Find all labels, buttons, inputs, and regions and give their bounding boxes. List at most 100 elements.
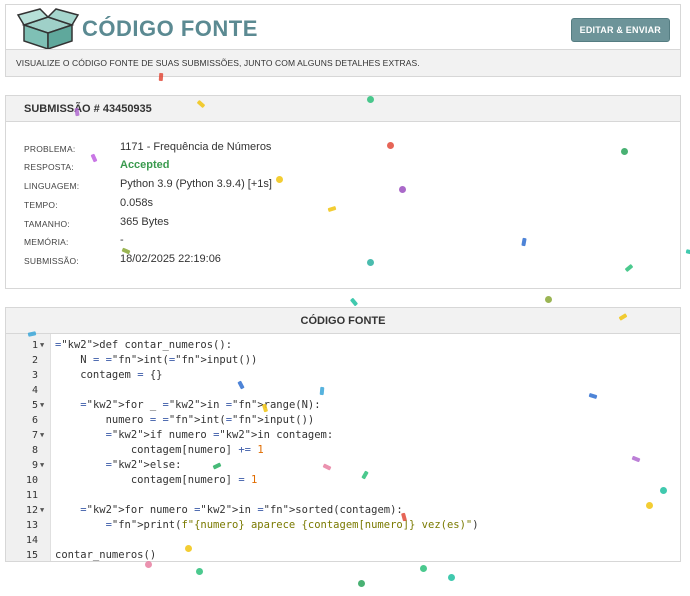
code-line: 14: [6, 533, 680, 548]
code-text: contagem[numero] += 1: [55, 444, 264, 456]
page-title: CÓDIGO FONTE: [82, 16, 258, 41]
confetti-piece: [448, 574, 455, 581]
code-line: 9 ▼ ="kw2">else:: [6, 458, 680, 473]
fold-arrow-icon[interactable]: ▼: [40, 428, 44, 443]
fold-arrow-icon[interactable]: ▼: [40, 338, 44, 353]
info-label: MEMÓRIA:: [24, 237, 69, 247]
line-number: 6: [31, 415, 38, 426]
line-number: 8: [31, 445, 38, 456]
code-line: 13 ="fn">print(f"{numero} aparece {conta…: [6, 518, 680, 533]
info-label: PROBLEMA:: [24, 144, 76, 154]
confetti-piece: [399, 186, 406, 193]
info-label: TAMANHO:: [24, 219, 70, 229]
code-line: 4: [6, 383, 680, 398]
code-line: 12 ▼ ="kw2">for numero ="kw2">in ="fn">so…: [6, 503, 680, 518]
code-text: ="kw2">if numero ="kw2">in contagem:: [105, 429, 334, 441]
line-number: 4: [31, 385, 38, 396]
info-value: Python 3.9 (Python 3.9.4) [+1s]: [120, 178, 272, 190]
code-line: 11: [6, 488, 680, 503]
code-line: 5 ▼ ="kw2">for _ ="kw2">in ="fn">range(N)…: [6, 398, 680, 413]
line-number: 9: [31, 460, 38, 471]
info-row-size: TAMANHO: 365 Bytes: [24, 216, 624, 234]
code-text: ="kw2">for _ ="kw2">in ="fn">range(N):: [80, 399, 321, 411]
line-number: 7: [31, 430, 38, 441]
line-number: 12: [25, 505, 38, 516]
confetti-piece: [196, 568, 203, 575]
info-row-answer: RESPOSTA: Accepted: [24, 159, 624, 177]
info-row-memory: MEMÓRIA: -: [24, 234, 624, 252]
info-value: 1171 - Frequência de Números: [120, 141, 272, 153]
code-text: numero = ="fn">int(="fn">input()): [55, 414, 315, 426]
code-text: contagem[numero] = 1: [55, 474, 258, 486]
source-code-header: CÓDIGO FONTE: [6, 308, 680, 334]
code-line: 2 N = ="fn">int(="fn">input()): [6, 353, 680, 368]
info-row-problem: PROBLEMA: 1171 - Frequência de Números: [24, 141, 624, 159]
info-value: -: [120, 234, 124, 246]
info-value: 18/02/2025 22:19:06: [120, 253, 221, 265]
source-code-card: CÓDIGO FONTE 1 ▼ ="kw2">def contar_numeros…: [5, 307, 681, 562]
code-text: contar_numeros(): [55, 549, 157, 561]
confetti-piece: [367, 96, 374, 103]
header: CÓDIGO FONTE EDITAR & ENVIAR: [5, 4, 681, 51]
line-number: 1: [31, 340, 38, 351]
confetti-piece: [387, 142, 394, 149]
confetti-piece: [319, 386, 325, 396]
code-text: ="kw2">else:: [105, 459, 182, 471]
code-line: 7 ▼ ="kw2">if numero ="kw2">in contagem:: [6, 428, 680, 443]
code-editor[interactable]: 1 ▼ ="kw2">def contar_numeros(): 2 N = ="fn…: [6, 334, 680, 561]
info-value: 365 Bytes: [120, 216, 169, 228]
code-line: 10 contagem[numero] = 1: [6, 473, 680, 488]
confetti-piece: [660, 487, 667, 494]
submission-card-header: SUBMISSÃO # 43450935: [6, 96, 680, 122]
info-row-language: LINGUAGEM: Python 3.9 (Python 3.9.4) [+1…: [24, 178, 624, 196]
page-subtitle: VISUALIZE O CÓDIGO FONTE DE SUAS SUBMISS…: [16, 58, 420, 68]
line-number: 11: [25, 490, 38, 501]
confetti-piece: [685, 249, 690, 255]
code-text: contagem = {}: [55, 369, 163, 381]
confetti-piece: [276, 176, 283, 183]
confetti-piece: [545, 296, 552, 303]
code-line: 6 numero = ="fn">int(="fn">input()): [6, 413, 680, 428]
line-number: 2: [31, 355, 38, 366]
info-value: 0.058s: [120, 197, 154, 209]
info-row-time: TEMPO: 0.058s: [24, 197, 624, 215]
source-code-title: CÓDIGO FONTE: [300, 315, 386, 327]
line-number: 5: [31, 400, 38, 411]
box-logo-icon: [16, 8, 80, 51]
confetti-piece: [646, 502, 653, 509]
code-line: 15 contar_numeros(): [6, 548, 680, 563]
fold-arrow-icon[interactable]: ▼: [40, 398, 44, 413]
fold-arrow-icon[interactable]: ▼: [40, 458, 44, 473]
confetti-piece: [145, 561, 152, 568]
confetti-piece: [367, 259, 374, 266]
fold-arrow-icon[interactable]: ▼: [40, 503, 44, 518]
confetti-piece: [158, 72, 164, 82]
code-text: ="kw2">for numero ="kw2">in ="fn">sorted…: [80, 504, 403, 516]
page-subtitle-bar: VISUALIZE O CÓDIGO FONTE DE SUAS SUBMISS…: [5, 49, 681, 77]
line-number: 13: [25, 520, 38, 531]
page: CÓDIGO FONTE EDITAR & ENVIAR VISUALIZE O…: [0, 0, 690, 596]
status-badge: Accepted: [120, 159, 170, 171]
line-number: 15: [25, 550, 38, 561]
code-line: 3 contagem = {}: [6, 368, 680, 383]
submission-card: SUBMISSÃO # 43450935 PROBLEMA: 1171 - Fr…: [5, 95, 681, 289]
code-line: 8 contagem[numero] += 1: [6, 443, 680, 458]
confetti-piece: [621, 148, 628, 155]
info-label: RESPOSTA:: [24, 162, 74, 172]
code-text: ="kw2">def contar_numeros():: [55, 339, 233, 351]
edit-submit-button[interactable]: EDITAR & ENVIAR: [570, 18, 670, 42]
line-number: 10: [25, 475, 38, 486]
confetti-piece: [358, 580, 365, 587]
confetti-piece: [420, 565, 427, 572]
code-line: 1 ▼ ="kw2">def contar_numeros():: [6, 338, 680, 353]
info-label: LINGUAGEM:: [24, 181, 80, 191]
info-label: TEMPO:: [24, 200, 58, 210]
code-text: ="fn">print(f"{numero} aparece {contagem…: [105, 519, 479, 531]
code-text: N = ="fn">int(="fn">input()): [55, 354, 258, 366]
confetti-piece: [185, 545, 192, 552]
line-number: 3: [31, 370, 38, 381]
info-label: SUBMISSÃO:: [24, 256, 79, 266]
line-number: 14: [25, 535, 38, 546]
confetti-piece: [349, 297, 359, 307]
submission-title: SUBMISSÃO # 43450935: [24, 103, 152, 115]
